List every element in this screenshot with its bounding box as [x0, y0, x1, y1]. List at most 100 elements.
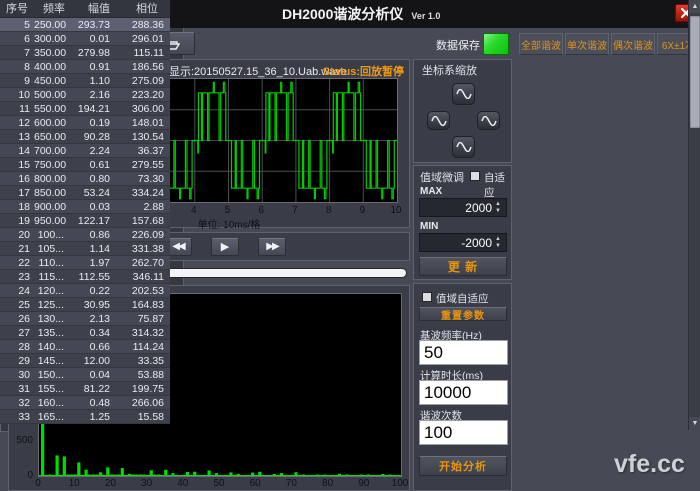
update-button[interactable]: 更 新 [419, 257, 507, 276]
table-row[interactable]: 8 400.00 0.91 186.56 [0, 60, 170, 74]
zoom-left-button[interactable] [427, 111, 450, 130]
scroll-down-icon[interactable]: ▼ [689, 417, 700, 430]
table-row[interactable]: 28 140... 0.66 114.24 [0, 340, 170, 354]
tab-odd-harmonics[interactable]: 单次谐波 [565, 33, 609, 55]
table-row[interactable]: 14 700.00 2.24 36.37 [0, 144, 170, 158]
tab-all-harmonics[interactable]: 全部谐波 [519, 33, 563, 55]
table-row[interactable]: 11 550.00 194.21 306.00 [0, 102, 170, 116]
spectrum-x-tick: 70 [285, 478, 297, 489]
fast-forward-button[interactable]: ▶▶ [258, 238, 286, 256]
table-row[interactable]: 12 600.00 0.19 148.01 [0, 116, 170, 130]
cell-freq: 110... [38, 257, 65, 269]
table-row[interactable]: 9 450.00 1.10 275.09 [0, 74, 170, 88]
table-row[interactable]: 24 120... 0.22 202.53 [0, 284, 170, 298]
cell-freq: 300.00 [34, 33, 67, 45]
cell-no: 12 [18, 117, 30, 129]
table-row[interactable]: 30 150... 0.04 53.88 [0, 368, 170, 382]
fundamental-freq-input[interactable] [419, 340, 508, 365]
cell-amp: 1.14 [89, 243, 110, 255]
spectrum-x-tick: 30 [141, 478, 153, 489]
min-input[interactable] [420, 234, 492, 251]
cell-amp: 0.48 [89, 397, 110, 409]
current-file-label: 当前显示:20150527.15_36_10.Uab.wave [147, 66, 347, 78]
cell-no: 21 [18, 243, 30, 255]
cell-no: 13 [18, 131, 30, 143]
table-body: 5 250.00 293.73 288.36 6 300.00 0.01 296.01 7 350… [0, 18, 170, 424]
table-row[interactable]: 13 650.00 90.28 130.54 [0, 130, 170, 144]
spinner-up-icon[interactable]: ▲ [495, 236, 501, 243]
start-analysis-button[interactable]: 开始分析 [419, 456, 507, 476]
cell-freq: 650.00 [34, 131, 67, 143]
spinner-up-icon[interactable]: ▲ [495, 201, 501, 208]
cell-amp: 0.19 [89, 117, 110, 129]
table-row[interactable]: 26 130... 2.13 75.87 [0, 312, 170, 326]
spectrum-x-tick: 50 [213, 478, 225, 489]
table-row[interactable]: 16 800.00 0.80 73.30 [0, 172, 170, 186]
max-input[interactable] [420, 199, 492, 216]
table-row[interactable]: 10 500.00 2.16 223.20 [0, 88, 170, 102]
play-button[interactable]: ▶ [211, 238, 239, 256]
cell-freq: 250.00 [34, 19, 67, 31]
cell-no: 9 [24, 75, 30, 87]
cell-freq: 500.00 [34, 89, 67, 101]
cell-no: 17 [18, 187, 30, 199]
tab-even-harmonics[interactable]: 偶次谐波 [611, 33, 655, 55]
sine-wave-icon [455, 142, 472, 152]
cell-no: 19 [18, 215, 30, 227]
spectrum-x-tick: 80 [322, 478, 334, 489]
cell-amp: 0.34 [89, 327, 110, 339]
harmonic-count-input[interactable] [419, 420, 508, 445]
calc-duration-input[interactable] [419, 380, 508, 405]
cell-phase: 202.53 [131, 285, 164, 297]
sine-wave-icon [480, 115, 497, 126]
cell-no: 6 [24, 33, 30, 45]
reset-params-button[interactable]: 重置参数 [419, 307, 507, 322]
range-adaptive-label: 值域自适应 [436, 293, 489, 305]
table-row[interactable]: 21 105... 1.14 331.38 [0, 242, 170, 256]
table-row[interactable]: 29 145... 12.00 33.35 [0, 354, 170, 368]
table-row[interactable]: 27 135... 0.34 314.32 [0, 326, 170, 340]
table-row[interactable]: 23 115... 112.55 346.11 [0, 270, 170, 284]
scroll-up-icon[interactable]: ▲ [689, 0, 700, 13]
table-row[interactable]: 20 100... 0.86 226.09 [0, 228, 170, 242]
spinner-down-icon[interactable]: ▼ [495, 208, 501, 215]
spinner-down-icon[interactable]: ▼ [495, 243, 501, 250]
zoom-down-button[interactable] [452, 136, 475, 158]
table-scrollbar[interactable]: ▲ ▼ [688, 0, 700, 430]
range-adaptive-checkbox[interactable] [422, 292, 432, 302]
scrollbar-thumb[interactable] [690, 16, 700, 128]
table-row[interactable]: 15 750.00 0.61 279.55 [0, 158, 170, 172]
cell-phase: 164.83 [131, 299, 164, 311]
cell-amp: 0.66 [89, 341, 110, 353]
col-header-frequency: 频率 [43, 3, 65, 15]
table-row[interactable]: 25 125... 30.95 164.83 [0, 298, 170, 312]
harmonics-table: 序号 频率 幅值 相位 5 250.00 293.73 288.36 6 300.00 0.… [0, 0, 700, 432]
cell-phase: 279.55 [131, 159, 164, 171]
table-row[interactable]: 32 160... 0.48 266.06 [0, 396, 170, 410]
cell-freq: 400.00 [34, 61, 67, 73]
cell-freq: 550.00 [34, 103, 67, 115]
table-row[interactable]: 22 110... 1.97 262.70 [0, 256, 170, 270]
table-row[interactable]: 31 155... 81.22 199.75 [0, 382, 170, 396]
cell-no: 14 [18, 145, 30, 157]
cell-no: 15 [18, 159, 30, 171]
table-row[interactable]: 7 350.00 279.98 115.11 [0, 46, 170, 60]
cell-amp: 0.01 [89, 33, 110, 45]
table-row[interactable]: 5 250.00 293.73 288.36 [0, 18, 170, 32]
data-save-led-indicator[interactable] [483, 33, 509, 55]
coordinate-zoom-title: 坐标系缩放 [422, 65, 477, 77]
table-row[interactable]: 19 950.00 122.17 157.68 [0, 214, 170, 228]
cell-amp: 194.21 [77, 103, 110, 115]
spectrum-x-tick: 40 [177, 478, 189, 489]
zoom-right-button[interactable] [477, 111, 500, 130]
table-row[interactable]: 33 165... 1.25 15.58 [0, 410, 170, 424]
min-spinbox[interactable]: ▲ ▼ [419, 233, 507, 252]
cell-no: 31 [18, 383, 30, 395]
table-row[interactable]: 18 900.00 0.03 2.88 [0, 200, 170, 214]
adaptive-checkbox[interactable] [470, 171, 480, 181]
max-spinbox[interactable]: ▲ ▼ [419, 198, 507, 217]
zoom-up-button[interactable] [452, 83, 475, 105]
table-row[interactable]: 17 850.00 53.24 334.24 [0, 186, 170, 200]
table-row[interactable]: 6 300.00 0.01 296.01 [0, 32, 170, 46]
cell-freq: 115... [38, 271, 65, 283]
